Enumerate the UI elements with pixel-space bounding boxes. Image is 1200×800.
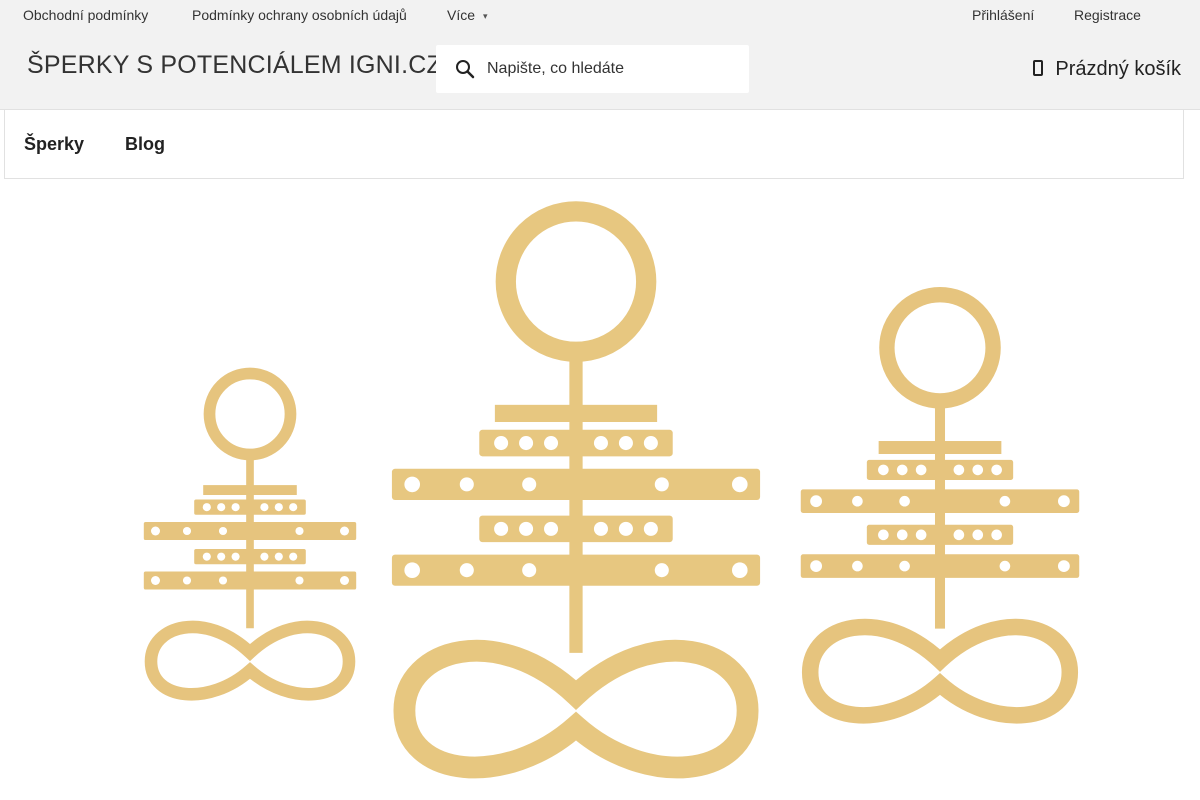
main-nav: Šperky Blog — [4, 110, 1184, 179]
search-box — [436, 45, 749, 93]
chevron-down-icon: ▾ — [483, 11, 488, 21]
site-logo[interactable]: ŠPERKY S POTENCIÁLEM IGNI.CZ — [27, 51, 442, 80]
hero-image — [0, 180, 1200, 800]
pendant-small — [144, 374, 356, 695]
link-register[interactable]: Registrace — [1074, 7, 1141, 23]
more-label: Více — [447, 7, 476, 23]
nav-item-jewelry[interactable]: Šperky — [24, 134, 84, 155]
pendant-large — [392, 211, 760, 767]
cart-button[interactable]: Prázdný košík — [1033, 58, 1181, 81]
top-bar: Obchodní podmínky Podmínky ochrany osobn… — [0, 0, 1200, 28]
more-menu[interactable]: Více ▾ — [447, 7, 488, 23]
link-privacy[interactable]: Podmínky ochrany osobních údajů — [192, 7, 407, 23]
nav-item-blog[interactable]: Blog — [125, 134, 165, 155]
search-icon[interactable] — [455, 59, 475, 79]
pendant-medium — [801, 295, 1079, 716]
link-terms[interactable]: Obchodní podmínky — [23, 7, 148, 23]
header: ŠPERKY S POTENCIÁLEM IGNI.CZ Prázdný koš… — [0, 28, 1200, 110]
link-login[interactable]: Přihlášení — [972, 7, 1034, 23]
cart-icon — [1033, 60, 1044, 76]
cart-label: Prázdný košík — [1055, 58, 1181, 80]
search-input[interactable] — [487, 57, 727, 81]
